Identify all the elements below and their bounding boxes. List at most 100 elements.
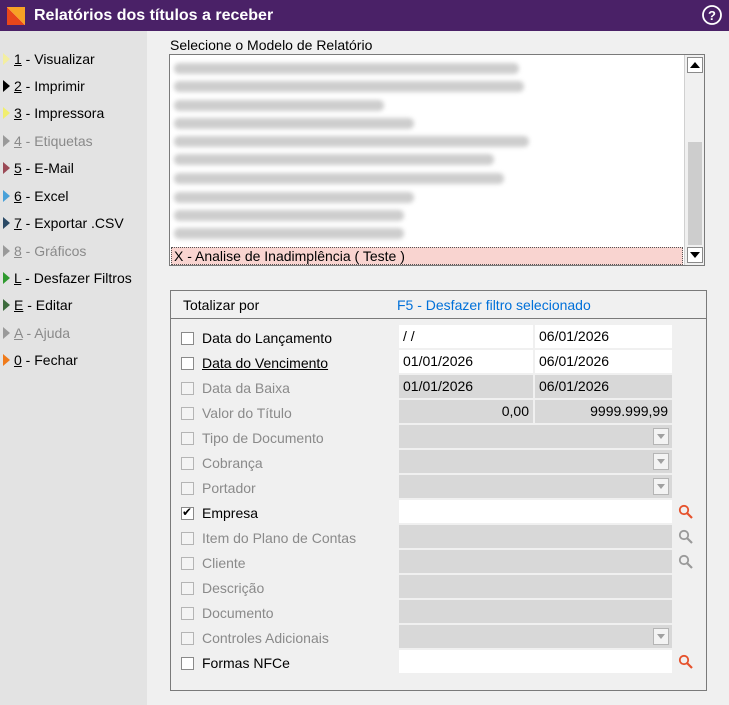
list-item[interactable]: [174, 118, 414, 129]
formas-nfce-input[interactable]: [399, 650, 672, 673]
filter-row: Cliente: [181, 552, 246, 574]
filter-row[interactable]: Formas NFCe: [181, 652, 290, 674]
list-item[interactable]: [174, 228, 404, 239]
list-scrollbar[interactable]: [684, 55, 704, 265]
vencimento-from-input[interactable]: 01/01/2026: [399, 350, 533, 373]
search-icon: [678, 554, 693, 569]
baixa-from-input: 01/01/2026: [399, 375, 533, 398]
list-item[interactable]: [174, 63, 519, 74]
arrow-up-icon: [690, 62, 700, 68]
plano-contas-input: [399, 525, 672, 548]
scroll-thumb[interactable]: [688, 142, 702, 245]
report-listbox[interactable]: X - Analise de Inadimplência ( Teste ): [169, 54, 705, 266]
list-item[interactable]: [174, 136, 529, 147]
play-icon: [3, 354, 10, 366]
menu-fechar[interactable]: 0 - Fechar: [3, 350, 78, 370]
play-icon: [3, 327, 10, 339]
checkbox: [181, 456, 194, 470]
list-item[interactable]: [174, 100, 384, 111]
undo-filter-link[interactable]: F5 - Desfazer filtro selecionado: [397, 297, 591, 313]
menu-editar[interactable]: E - Editar: [3, 295, 72, 315]
filter-row: Valor do Título: [181, 402, 292, 424]
lancamento-to-input[interactable]: 06/01/2026: [535, 325, 672, 348]
search-icon[interactable]: [678, 654, 694, 670]
play-icon: [3, 190, 10, 202]
filter-row: Tipo de Documento: [181, 427, 324, 449]
filter-row: Descrição: [181, 577, 264, 599]
cobranca-select: [399, 450, 672, 473]
filter-row: Portador: [181, 477, 256, 499]
list-item[interactable]: [174, 210, 404, 221]
filter-row: Controles Adicionais: [181, 627, 329, 649]
controles-adicionais-select: [399, 625, 672, 648]
documento-input: [399, 600, 672, 623]
list-item[interactable]: [174, 81, 524, 92]
checkbox[interactable]: [181, 656, 194, 670]
filter-row[interactable]: Data do Vencimento: [181, 352, 328, 374]
filter-row[interactable]: Data do Lançamento: [181, 327, 332, 349]
arrow-down-icon: [690, 252, 700, 258]
checkbox[interactable]: [181, 356, 194, 370]
report-icon: [7, 6, 25, 25]
valor-from-input: 0,00: [399, 400, 533, 423]
checkbox-checked[interactable]: [181, 505, 194, 520]
scroll-up-button[interactable]: [687, 57, 703, 73]
valor-to-input: 9999.999,99: [535, 400, 672, 423]
checkbox[interactable]: [181, 331, 194, 345]
search-icon: [678, 529, 693, 544]
chevron-down-icon: [653, 428, 669, 445]
help-icon[interactable]: ?: [701, 4, 723, 26]
baixa-to-input: 06/01/2026: [535, 375, 672, 398]
checkbox: [181, 556, 194, 570]
list-item[interactable]: [174, 173, 504, 184]
list-item-selected[interactable]: X - Analise de Inadimplência ( Teste ): [171, 247, 683, 265]
filter-row: Cobrança: [181, 452, 263, 474]
play-icon: [3, 80, 10, 92]
portador-select: [399, 475, 672, 498]
checkbox: [181, 631, 194, 645]
filter-row[interactable]: Empresa: [181, 502, 258, 524]
menu-excel[interactable]: 6 - Excel: [3, 186, 68, 206]
play-icon: [3, 107, 10, 119]
chevron-down-icon: [653, 628, 669, 645]
tipo-documento-select: [399, 425, 672, 448]
checkbox: [181, 431, 194, 445]
play-icon: [3, 135, 10, 147]
lancamento-from-input[interactable]: / /: [399, 325, 533, 348]
menu-ajuda: A - Ajuda: [3, 323, 70, 343]
chevron-down-icon: [653, 478, 669, 495]
filters-header: Totalizar por F5 - Desfazer filtro selec…: [171, 291, 706, 319]
menu-exportar-csv[interactable]: 7 - Exportar .CSV: [3, 213, 124, 233]
svg-text:?: ?: [708, 8, 716, 23]
filters-group: Totalizar por F5 - Desfazer filtro selec…: [170, 290, 707, 691]
play-icon: [3, 272, 10, 284]
menu-email[interactable]: 5 - E-Mail: [3, 158, 74, 178]
filter-row: Documento: [181, 602, 274, 624]
chevron-down-icon: [653, 453, 669, 470]
play-icon: [3, 217, 10, 229]
checkbox: [181, 531, 194, 545]
menu-imprimir[interactable]: 2 - Imprimir: [3, 76, 85, 96]
search-icon[interactable]: [678, 504, 694, 520]
descricao-input: [399, 575, 672, 598]
play-icon: [3, 245, 10, 257]
window-title: Relatórios dos títulos a receber: [34, 6, 274, 24]
cliente-input: [399, 550, 672, 573]
list-item[interactable]: [174, 154, 494, 165]
menu-desfazer-filtros[interactable]: L - Desfazer Filtros: [3, 268, 132, 288]
sidebar: 1 - Visualizar 2 - Imprimir 3 - Impresso…: [0, 31, 147, 705]
menu-impressora[interactable]: 3 - Impressora: [3, 103, 104, 123]
menu-etiquetas: 4 - Etiquetas: [3, 131, 93, 151]
checkbox: [181, 406, 194, 420]
menu-visualizar[interactable]: 1 - Visualizar: [3, 49, 95, 69]
vencimento-to-input[interactable]: 06/01/2026: [535, 350, 672, 373]
menu-graficos: 8 - Gráficos: [3, 241, 86, 261]
totalizar-label: Totalizar por: [183, 297, 260, 313]
scroll-down-button[interactable]: [687, 247, 703, 263]
play-icon: [3, 162, 10, 174]
list-item[interactable]: [174, 192, 414, 203]
checkbox: [181, 606, 194, 620]
empresa-input[interactable]: [399, 500, 672, 523]
title-bar: Relatórios dos títulos a receber ?: [0, 0, 729, 31]
checkbox: [181, 581, 194, 595]
